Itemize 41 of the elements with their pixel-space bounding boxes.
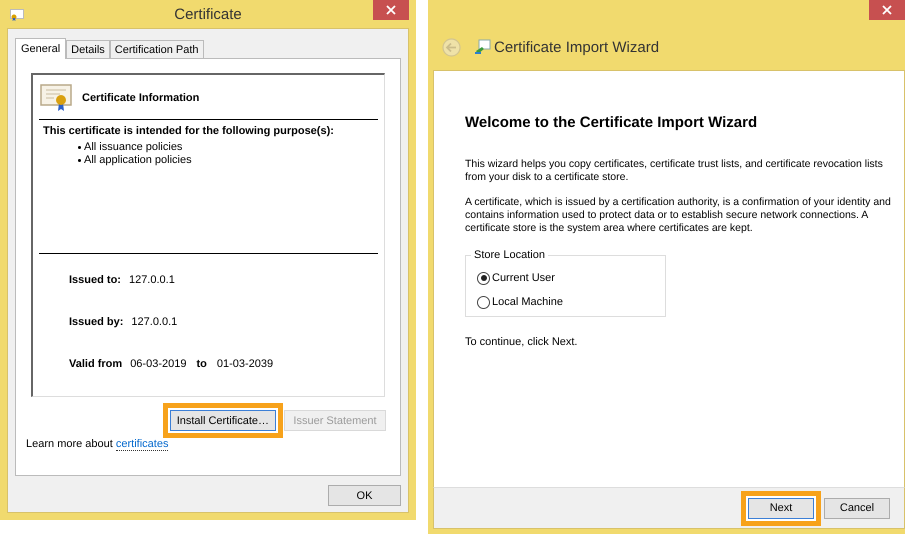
purpose-heading: This certificate is intended for the following purpose(s): [42, 125, 335, 137]
paragraph: A certificate, which is issued by a certification authority, is a confirmation of your identity and contains information used to protect data or to establish secure network connections. A certificate store is the system area where certificates are kept. [465, 196, 892, 235]
page-heading: Welcome to the Certificate Import Wizard [465, 114, 758, 131]
close-icon [386, 5, 396, 15]
ok-button[interactable]: OK [328, 485, 401, 506]
field-label: Issued to: [69, 274, 121, 286]
certificate-icon [40, 84, 72, 112]
dialog-button[interactable]: Install Certificate… [170, 410, 276, 431]
wizard-button[interactable]: Cancel [824, 498, 890, 518]
window-title: Certificate [174, 6, 242, 22]
bullet-icon [78, 159, 81, 162]
field-label: to [196, 358, 207, 370]
group-label: Store Location [471, 249, 548, 261]
radio-option[interactable]: Local Machine [477, 290, 665, 314]
tab[interactable]: Certification Path [110, 40, 204, 58]
field-value: 127.0.0.1 [131, 316, 178, 328]
field-value: 06-03-2019 [130, 358, 186, 370]
help-text: Learn more about [26, 438, 113, 450]
close-button[interactable] [869, 0, 905, 20]
tab[interactable]: Details [66, 40, 110, 58]
field-value: 127.0.0.1 [128, 274, 175, 286]
paragraph: This wizard helps you copy certificates, certificate trust lists, and certificate revocation lists from your disk to a certificate store. [465, 158, 884, 184]
field-label: Issued by: [69, 316, 124, 328]
close-button[interactable] [373, 0, 409, 20]
window-title: Certificate Import Wizard [494, 38, 660, 56]
close-icon [882, 5, 892, 15]
field-value: 01-03-2039 [216, 358, 274, 370]
help-link[interactable]: certificates [116, 438, 168, 451]
radio-button[interactable] [477, 272, 490, 284]
field-label: Valid from [69, 358, 122, 370]
certificate-icon [474, 38, 491, 56]
purpose-item: All issuance policies [84, 141, 182, 154]
tab[interactable]: General [15, 38, 66, 59]
radio-button[interactable] [477, 296, 490, 308]
radio-option[interactable]: Current User [477, 266, 665, 290]
certificate-icon [10, 9, 24, 21]
purpose-item: All application policies [84, 154, 192, 167]
bullet-icon [78, 146, 81, 149]
section-title: Certificate Information [82, 92, 200, 104]
wizard-button[interactable]: Next [748, 498, 814, 518]
instruction-text: To continue, click Next. [465, 336, 578, 348]
